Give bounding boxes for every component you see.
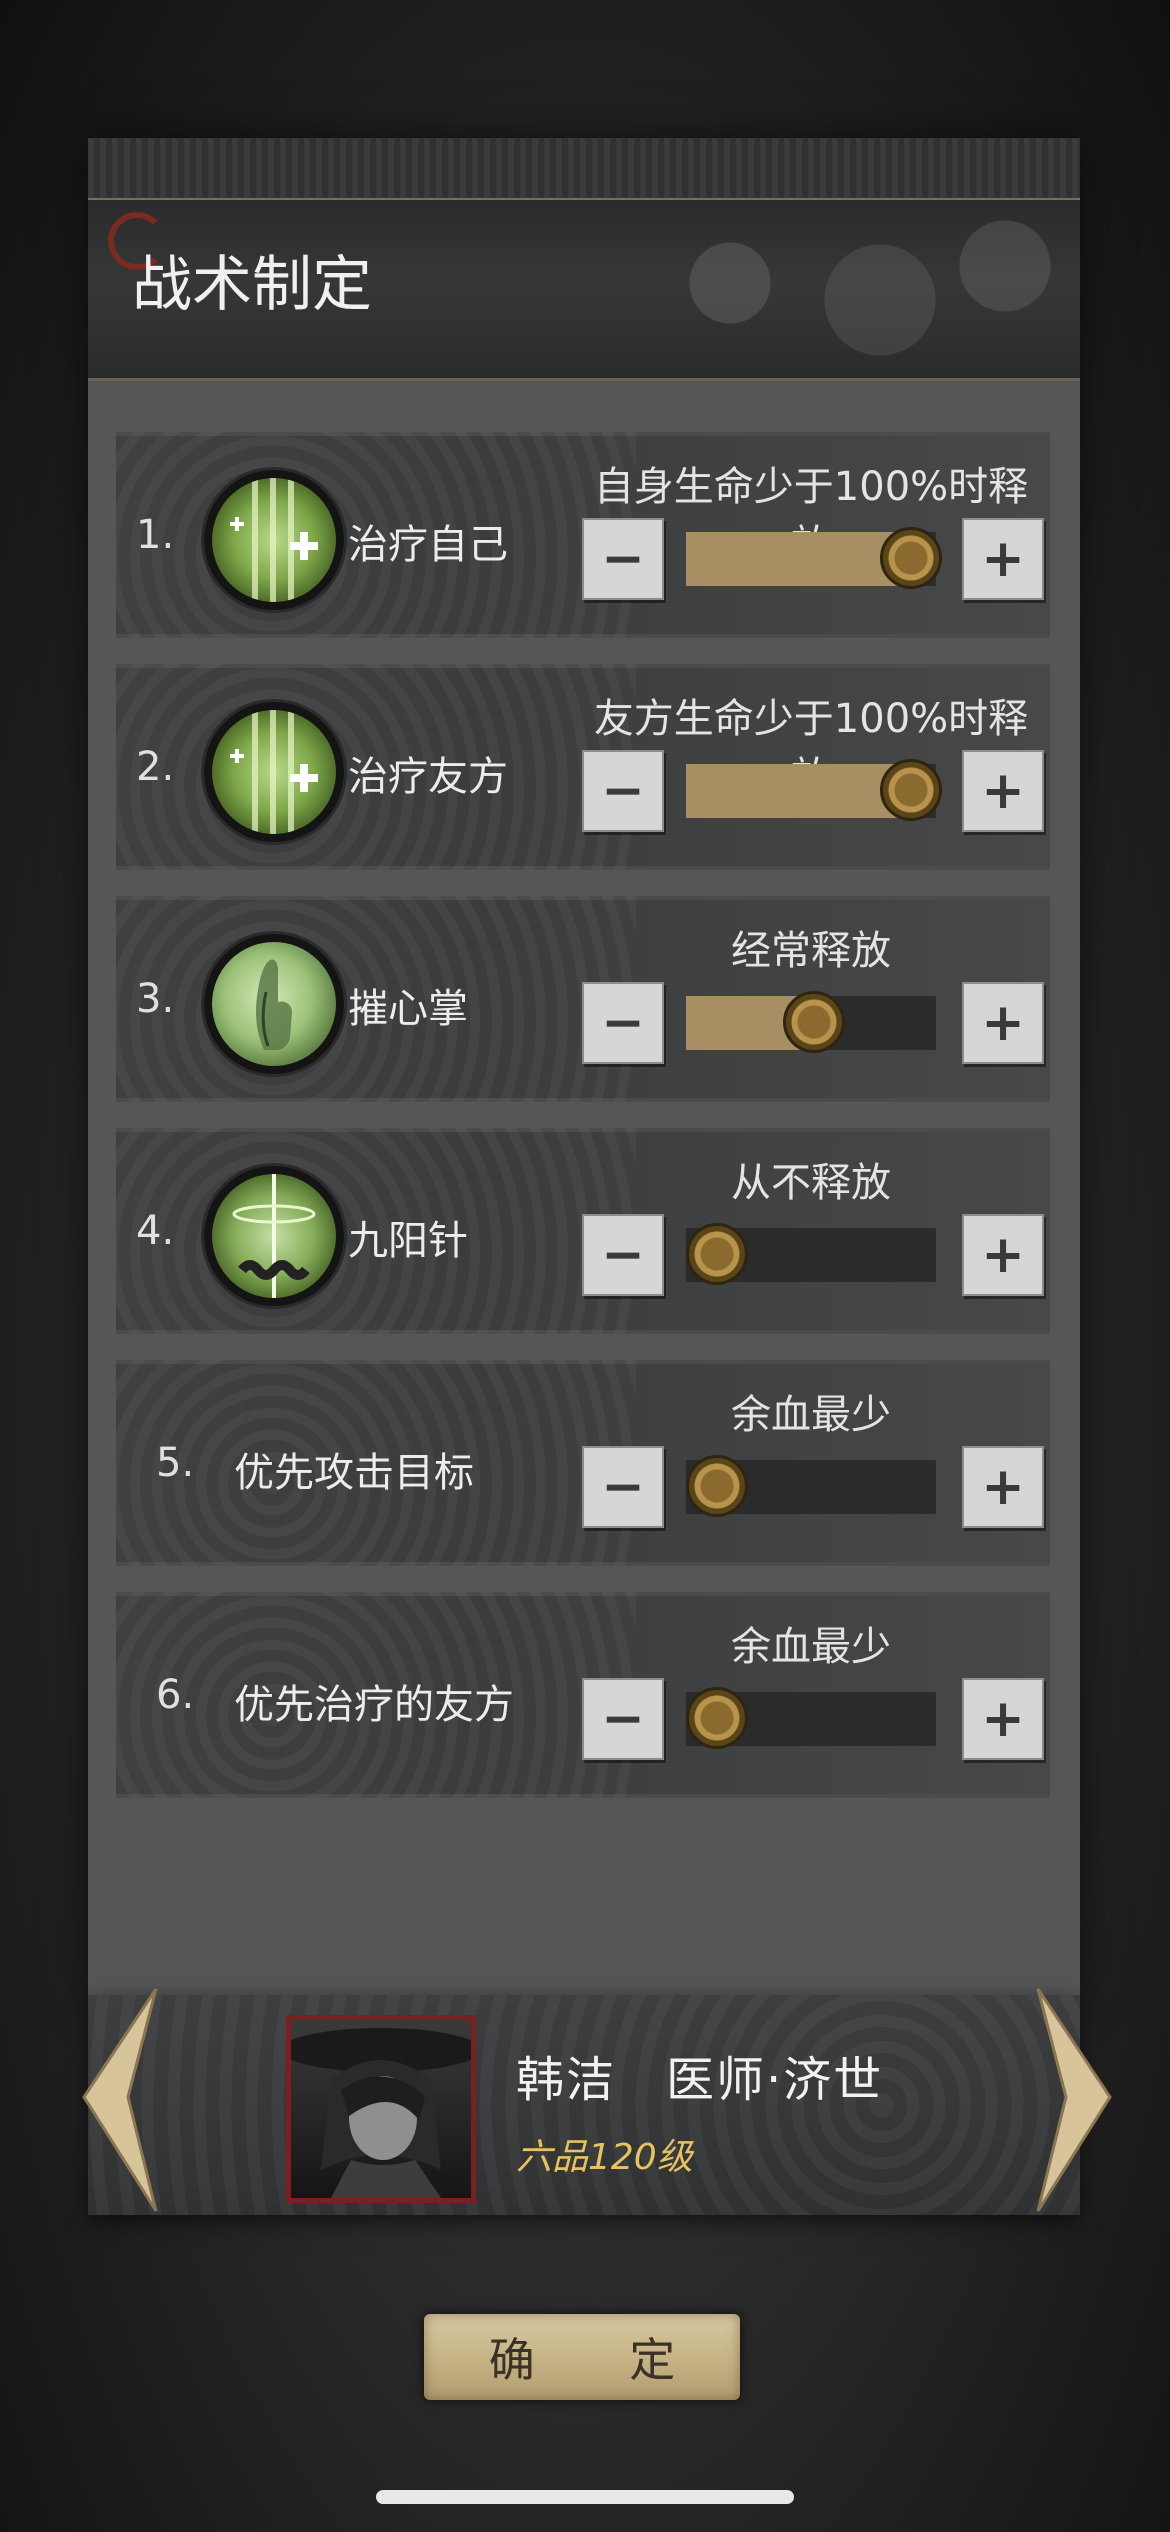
rule-number: 5. <box>156 1440 195 1486</box>
rule-number: 2. <box>136 744 175 790</box>
target-priority-slider[interactable] <box>686 1455 936 1517</box>
increase-button[interactable]: + <box>962 518 1044 600</box>
header-ornament-band <box>88 138 1080 200</box>
slider-knob[interactable] <box>880 527 942 589</box>
rule-number: 1. <box>136 512 175 558</box>
next-character-arrow-icon[interactable] <box>1034 1985 1124 2215</box>
condition-label: 从不释放 <box>731 1160 891 1206</box>
slider-fill <box>686 764 908 818</box>
previous-character-arrow-icon[interactable] <box>70 1985 160 2215</box>
slider-knob[interactable] <box>783 991 845 1053</box>
decrease-button[interactable]: − <box>582 750 664 832</box>
frequency-slider[interactable] <box>686 527 942 589</box>
increase-button[interactable]: + <box>962 1446 1044 1528</box>
frequency-slider[interactable] <box>686 991 936 1053</box>
decrease-button[interactable]: − <box>582 982 664 1064</box>
tactic-row-4: 4. 九阳针 从不释放 − + <box>116 1128 1050 1334</box>
increase-button[interactable]: + <box>962 1678 1044 1760</box>
condition-label: 余血最少 <box>731 1392 891 1438</box>
heal-priority-slider[interactable] <box>686 1687 936 1749</box>
increase-button[interactable]: + <box>962 1214 1044 1296</box>
skill-name: 摧心掌 <box>348 986 468 1032</box>
tactic-row-5: 5. 优先攻击目标 余血最少 − + <box>116 1360 1050 1566</box>
slider-knob[interactable] <box>880 759 942 821</box>
increase-button[interactable]: + <box>962 750 1044 832</box>
decrease-button[interactable]: − <box>582 518 664 600</box>
rule-number: 4. <box>136 1208 175 1254</box>
tactic-row-1: 1. 治疗自己 自身生命少于100%时释放 − + <box>116 432 1050 638</box>
heal-cross-icon <box>204 702 344 842</box>
skill-name: 优先治疗的友方 <box>234 1682 514 1728</box>
decrease-button[interactable]: − <box>582 1446 664 1528</box>
skill-name: 九阳针 <box>348 1218 468 1264</box>
frequency-slider[interactable] <box>686 759 942 821</box>
slider-knob[interactable] <box>686 1223 748 1285</box>
skill-name: 治疗自己 <box>348 522 508 568</box>
decrease-button[interactable]: − <box>582 1678 664 1760</box>
page-title: 战术制定 <box>132 250 372 320</box>
frequency-slider[interactable] <box>686 1223 936 1285</box>
condition-label: 经常释放 <box>731 928 891 974</box>
heal-cross-icon <box>204 470 344 610</box>
slider-knob[interactable] <box>686 1455 748 1517</box>
rule-number: 6. <box>156 1672 195 1718</box>
character-name: 韩洁 医师·济世 <box>516 2052 884 2108</box>
tactic-row-3: 3. 摧心掌 经常释放 − + <box>116 896 1050 1102</box>
decrease-button[interactable]: − <box>582 1214 664 1296</box>
skill-name: 优先攻击目标 <box>234 1450 474 1496</box>
slider-fill <box>686 532 908 586</box>
condition-label: 余血最少 <box>731 1624 891 1670</box>
confirm-button[interactable]: 确 定 <box>424 2314 740 2400</box>
increase-button[interactable]: + <box>962 982 1044 1064</box>
cloud-ornament <box>580 198 1080 368</box>
palm-strike-icon <box>204 934 344 1074</box>
slider-knob[interactable] <box>686 1687 748 1749</box>
needle-icon <box>204 1166 344 1306</box>
skill-name: 治疗友方 <box>348 754 508 800</box>
tactic-row-2: 2. 治疗友方 友方生命少于100%时释放 − + <box>116 664 1050 870</box>
character-rank: 六品120级 <box>516 2137 693 2178</box>
tactic-row-6: 6. 优先治疗的友方 余血最少 − + <box>116 1592 1050 1798</box>
home-indicator[interactable] <box>376 2490 794 2504</box>
rule-number: 3. <box>136 976 175 1022</box>
avatar <box>286 2015 476 2203</box>
